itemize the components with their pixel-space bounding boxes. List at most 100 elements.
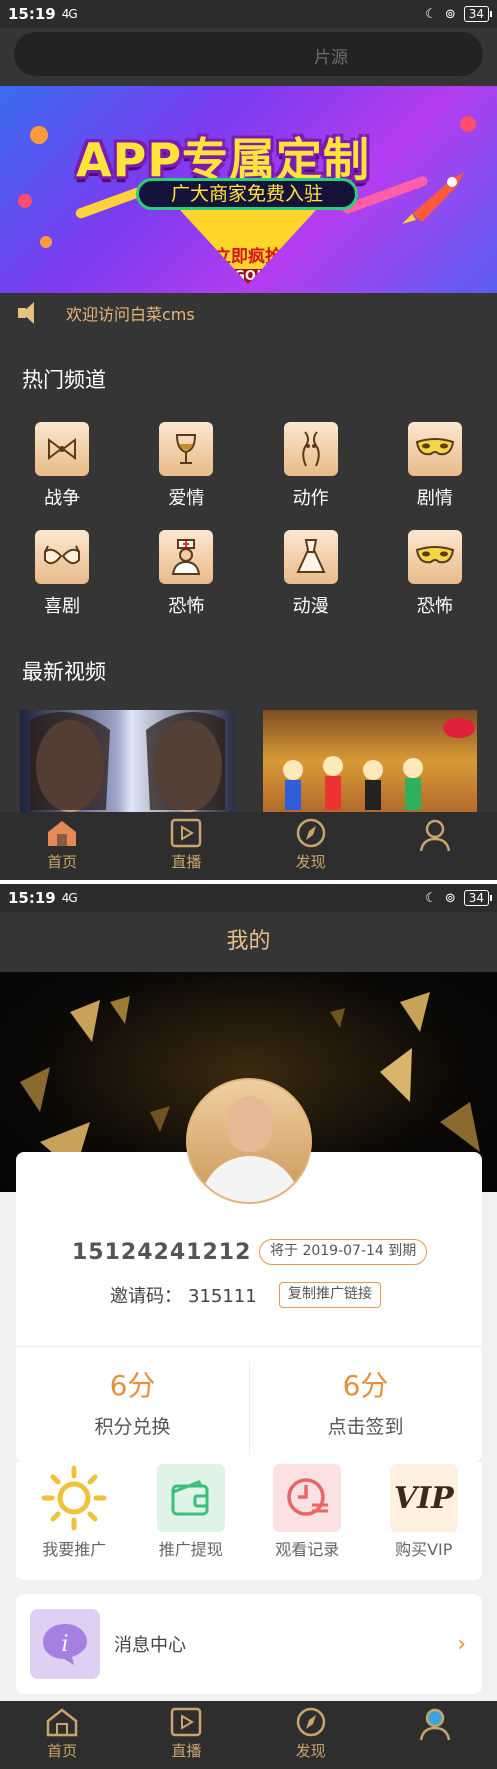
avatar-head [228,1096,272,1152]
notice-text: 欢迎访问白菜cms [66,305,195,324]
checkin[interactable]: 6分 点击签到 [249,1364,482,1439]
eye-mask-icon [407,530,462,584]
points-value: 6分 [109,1369,156,1402]
avatar[interactable] [186,1078,312,1204]
signal-icon: 4G [61,7,78,21]
chevron-right-icon: › [457,1631,466,1657]
status-bar: 15:19 4G ☾ ⊚ 34 [0,0,497,28]
compass-icon [296,1707,325,1737]
speaker-icon [18,302,44,324]
bottom-tab-bar: 首页 直播 发现 [0,1701,497,1769]
tab-label: 直播 [171,853,202,871]
decor-ball [460,116,476,132]
lock-rotation-icon: ⊚ [444,6,456,22]
channel-label: 动作 [292,488,329,509]
bow-tie-icon [35,422,90,476]
channel-item[interactable]: 恐怖 [124,530,248,618]
video-thumbnail-image [30,712,225,812]
body-figure-icon [283,422,338,476]
moon-icon: ☾ [425,6,437,22]
status-time: 15:19 [8,889,56,907]
tab-label: 直播 [171,1742,202,1760]
tab-profile[interactable] [373,812,497,880]
compass-icon [296,818,325,848]
decor-ball [30,126,48,144]
channel-label: 喜剧 [44,596,81,617]
invite-label: 邀请码： [110,1286,182,1307]
play-icon [171,1707,202,1737]
divider [16,1346,482,1347]
points-exchange[interactable]: 6分 积分兑换 [16,1364,249,1439]
tab-profile[interactable] [373,1701,497,1769]
action-label: 我要推广 [42,1540,107,1559]
tab-live[interactable]: 直播 [124,812,248,880]
channel-item[interactable]: 战争 [0,422,124,510]
channel-item[interactable]: 喜剧 [0,530,124,618]
user-icon [419,1708,451,1741]
tab-label: 发现 [295,853,326,871]
page-title: 我的 [0,912,497,972]
video-thumbnail-image [283,718,475,810]
sun-icon [40,1464,108,1532]
channel-grid: 战争 爱情 动作 剧情 喜剧 恐怖 动漫 恐怖 [0,422,497,618]
decor-ball [40,236,52,248]
checkin-value: 6分 [342,1369,389,1402]
video-thumbnail[interactable] [20,710,234,812]
svg-text:i: i [61,1632,68,1657]
banner-go-badge: 立即疯抢 GO! [180,210,316,284]
eye-mask-icon [407,422,462,476]
vip-icon: VIP [389,1464,458,1532]
action-buy-vip[interactable]: VIP 购买VIP [366,1462,483,1580]
user-phone: 15124241212 [72,1240,252,1265]
home-screen: 15:19 4G ☾ ⊚ 34 片源 APP专属定制 立即疯抢 GO! 广大商家… [0,0,497,880]
tab-home[interactable]: 首页 [0,812,124,880]
video-list [20,710,477,812]
channel-item[interactable]: 恐怖 [373,530,497,618]
action-history[interactable]: 观看记录 [249,1462,366,1580]
checkin-label: 点击签到 [327,1416,404,1438]
banner-cta: 立即疯抢 [214,247,282,267]
wine-glass-icon [159,422,214,476]
action-label: 推广提现 [158,1540,223,1559]
channel-label: 战争 [44,488,81,509]
tab-live[interactable]: 直播 [124,1701,248,1769]
message-center-row[interactable]: i 消息中心 › [16,1594,482,1694]
profile-screen: 15:19 4G ☾ ⊚ 34 我的 15124241212 将于 2019-0… [0,884,497,1769]
copy-link-button[interactable]: 复制推广链接 [279,1282,381,1308]
tab-label: 首页 [47,1742,78,1760]
bra-icon [35,530,90,584]
action-promote[interactable]: 我要推广 [16,1462,133,1580]
channel-item[interactable]: 动作 [249,422,373,510]
invite-code: 315111 [188,1286,257,1307]
tab-label: 首页 [47,853,78,871]
status-time: 15:19 [8,5,56,23]
notice-bar: 欢迎访问白菜cms [0,293,497,333]
clock-list-icon [273,1464,342,1532]
decor-ball [18,194,32,208]
tab-discover[interactable]: 发现 [249,1701,373,1769]
channel-label: 爱情 [168,488,205,509]
search-placeholder: 片源 [314,48,348,68]
battery-icon: 34 [463,6,493,22]
channel-item[interactable]: 动漫 [249,530,373,618]
video-thumbnail[interactable] [263,710,477,812]
lock-rotation-icon: ⊚ [444,890,456,906]
action-label: 购买VIP [395,1540,453,1559]
wallet-icon [156,1464,225,1532]
action-label: 观看记录 [275,1540,340,1559]
search-input[interactable]: 片源 [14,32,483,76]
bottom-tab-bar: 首页 直播 发现 [0,812,497,880]
action-grid: 我要推广 推广提现 观看记录 VIP 购买VIP [16,1462,482,1580]
action-withdraw[interactable]: 推广提现 [133,1462,250,1580]
tab-home[interactable]: 首页 [0,1701,124,1769]
play-icon [171,818,202,848]
signal-icon: 4G [61,891,78,905]
battery-icon: 34 [463,890,493,906]
tab-discover[interactable]: 发现 [249,812,373,880]
channel-label: 恐怖 [168,596,205,617]
channel-item[interactable]: 剧情 [373,422,497,510]
channel-item[interactable]: 爱情 [124,422,248,510]
home-icon [48,821,77,846]
nurse-icon [159,530,214,584]
promo-banner[interactable]: APP专属定制 立即疯抢 GO! 广大商家免费入驻 [0,86,497,293]
